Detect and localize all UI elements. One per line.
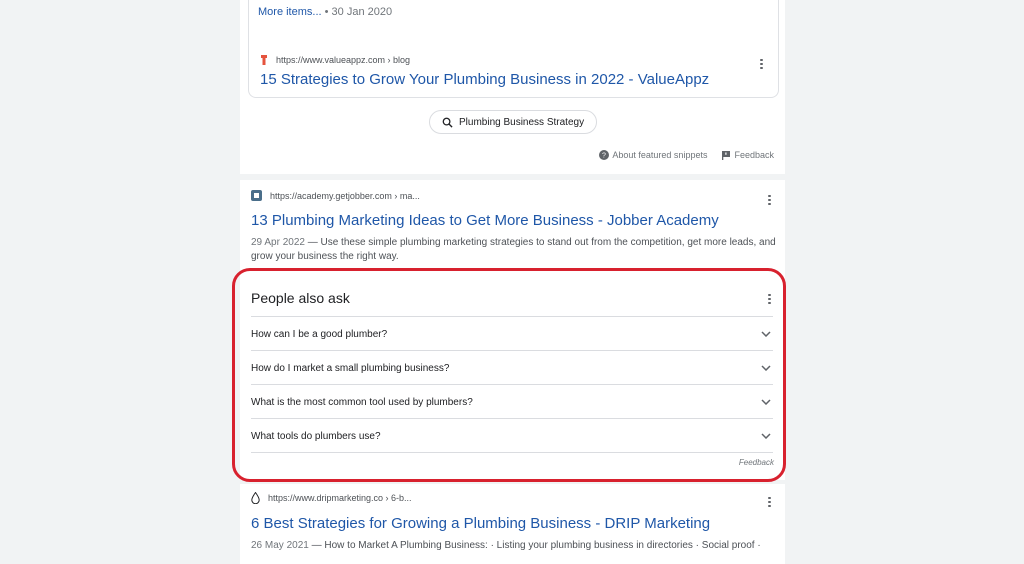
drip-snippet: 26 May 2021 — How to Market A Plumbing B… [251, 540, 761, 551]
about-featured-snippets-link[interactable]: ? About featured snippets [599, 150, 707, 160]
highlight-annotation [232, 268, 786, 482]
drip-result-title[interactable]: 6 Best Strategies for Growing a Plumbing… [251, 515, 710, 532]
drip-url-row[interactable]: https://www.dripmarketing.co › 6-b... [251, 492, 412, 504]
jobber-more-options-icon[interactable] [768, 193, 771, 207]
drip-url: https://www.dripmarketing.co › 6-b... [268, 493, 412, 503]
jobber-snippet-text: — Use these simple plumbing marketing st… [251, 237, 776, 262]
valueappz-url-row[interactable]: https://www.valueappz.com › blog [260, 55, 410, 65]
featured-feedback-link[interactable]: Feedback [721, 150, 774, 160]
more-items-date: • 30 Jan 2020 [321, 6, 393, 18]
more-items-link[interactable]: More items... [258, 6, 322, 18]
jobber-result-title[interactable]: 13 Plumbing Marketing Ideas to Get More … [251, 212, 719, 229]
jobber-snippet: 29 Apr 2022 — Use these simple plumbing … [251, 236, 781, 264]
featured-snippet-footer: ? About featured snippets Feedback [585, 150, 774, 160]
jobber-snippet-date: 29 Apr 2022 [251, 237, 305, 248]
search-icon [442, 117, 453, 128]
feedback-flag-icon [722, 151, 731, 160]
help-icon: ? [599, 150, 610, 160]
valueappz-url: https://www.valueappz.com › blog [276, 55, 411, 65]
valueappz-more-options-icon[interactable] [760, 57, 763, 71]
valueappz-result-title[interactable]: 15 Strategies to Grow Your Plumbing Busi… [260, 71, 709, 88]
featured-feedback-label: Feedback [734, 150, 774, 160]
more-items-row: More items... • 30 Jan 2020 [258, 6, 392, 18]
related-search-chip[interactable]: Plumbing Business Strategy [429, 110, 598, 134]
chip-label: Plumbing Business Strategy [459, 116, 585, 128]
valueappz-favicon-icon [260, 55, 268, 65]
jobber-favicon-icon [251, 190, 262, 201]
drip-snippet-date: 26 May 2021 [251, 540, 309, 551]
drip-more-options-icon[interactable] [768, 495, 771, 509]
svg-text:?: ? [602, 153, 606, 160]
jobber-url: https://academy.getjobber.com › ma... [270, 190, 420, 201]
drip-favicon-icon [251, 492, 260, 504]
drip-snippet-text: — How to Market A Plumbing Business: · L… [308, 540, 761, 551]
about-featured-snippets-label: About featured snippets [612, 150, 708, 160]
jobber-url-row[interactable]: https://academy.getjobber.com › ma... [251, 190, 420, 201]
